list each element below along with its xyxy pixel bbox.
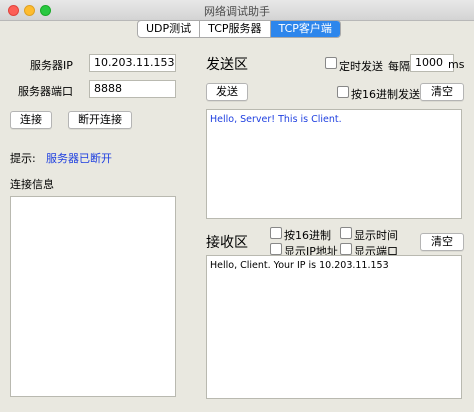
- timed-send-checkbox[interactable]: [325, 57, 337, 69]
- server-ip-input[interactable]: 10.203.11.153: [89, 54, 176, 72]
- window-title: 网络调试助手: [204, 5, 270, 18]
- tab-tcp-server[interactable]: TCP服务器: [200, 21, 271, 37]
- app-window: 网络调试助手 UDP测试 TCP服务器 TCP客户端 服务器IP 10.203.…: [0, 0, 474, 412]
- receive-content-textarea[interactable]: Hello, Client. Your IP is 10.203.11.153: [206, 255, 462, 399]
- disconnect-button[interactable]: 断开连接: [68, 111, 132, 129]
- connection-info-label: 连接信息: [10, 178, 54, 191]
- show-time-checkbox[interactable]: [340, 227, 352, 239]
- server-port-input[interactable]: 8888: [89, 80, 176, 98]
- tab-tcp-client[interactable]: TCP客户端: [270, 21, 340, 37]
- send-content-textarea[interactable]: Hello, Server! This is Client.: [206, 109, 462, 219]
- receive-hex-label: 按16进制: [284, 229, 331, 242]
- connection-info-box: [10, 196, 176, 397]
- interval-label: 每隔: [388, 60, 410, 73]
- server-port-label: 服务器端口: [18, 85, 73, 98]
- tab-bar: UDP测试 TCP服务器 TCP客户端: [137, 20, 341, 38]
- show-port-checkbox[interactable]: [340, 243, 352, 255]
- timed-send-label: 定时发送: [339, 60, 383, 73]
- receive-area-title: 接收区: [206, 235, 248, 251]
- hint-label: 提示:: [10, 152, 36, 165]
- connect-button[interactable]: 连接: [10, 111, 52, 129]
- send-button[interactable]: 发送: [206, 83, 248, 101]
- interval-unit: ms: [448, 58, 465, 71]
- receive-hex-checkbox[interactable]: [270, 227, 282, 239]
- server-ip-label: 服务器IP: [30, 59, 73, 72]
- receive-clear-button[interactable]: 清空: [420, 233, 464, 251]
- hex-send-label: 按16进制发送: [351, 88, 420, 101]
- show-ip-checkbox[interactable]: [270, 243, 282, 255]
- send-area-title: 发送区: [206, 57, 248, 73]
- tab-udp-test[interactable]: UDP测试: [138, 21, 201, 37]
- send-clear-button[interactable]: 清空: [420, 83, 464, 101]
- hex-send-checkbox[interactable]: [337, 86, 349, 98]
- connection-status-text: 服务器已断开: [46, 152, 112, 165]
- show-time-label: 显示时间: [354, 229, 398, 242]
- title-bar: 网络调试助手: [0, 0, 474, 21]
